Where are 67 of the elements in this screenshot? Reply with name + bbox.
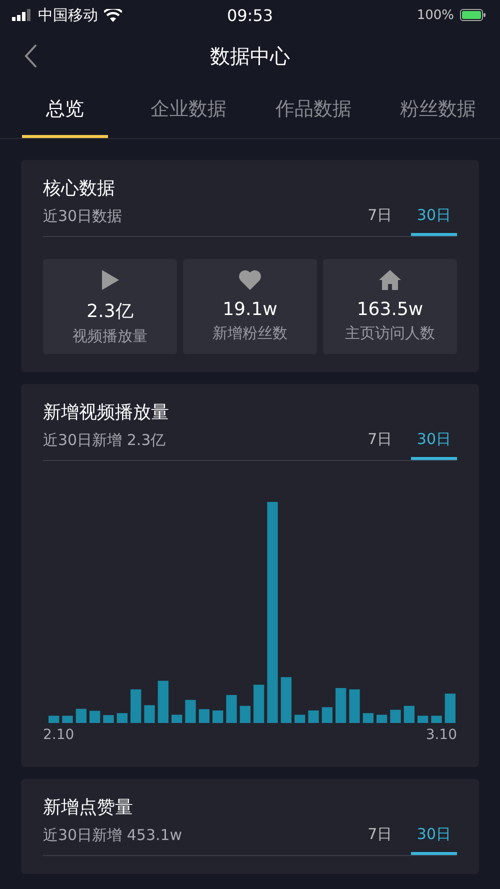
tab[interactable]: 作品数据 [269, 82, 358, 138]
bar [116, 713, 128, 723]
stat-label: 新增粉丝数 [212, 324, 288, 343]
home-icon [378, 269, 402, 291]
bar [185, 700, 196, 723]
bar [404, 706, 414, 723]
page-title: 数据中心 [210, 42, 290, 70]
section-subtitle: 近30日新增 453.1w [43, 826, 182, 846]
period-tab[interactable]: 30日 [410, 825, 457, 855]
status-time: 09:53 [226, 6, 274, 24]
period-tab[interactable]: 7日 [356, 206, 403, 236]
battery-percent: 100% [416, 8, 454, 22]
bar [444, 694, 456, 723]
period-tab[interactable]: 30日 [410, 430, 457, 460]
bar [172, 714, 182, 723]
section-subtitle: 近30日新增 2.3亿 [43, 431, 166, 451]
stat-tile[interactable]: 19.1w 新增粉丝数 [183, 259, 317, 354]
axis-label: 3.10 [426, 727, 457, 743]
carrier-name: 中国移动 [38, 6, 98, 24]
bar [322, 707, 332, 723]
bar [144, 705, 155, 723]
bar [294, 714, 306, 723]
stat-tile[interactable]: 163.5w 主页访问人数 [323, 259, 457, 354]
section-title: 核心数据 [43, 177, 116, 200]
period-tab[interactable]: 7日 [356, 825, 403, 855]
back-icon[interactable] [24, 43, 38, 69]
bar [280, 677, 292, 723]
period-tab[interactable]: 30日 [410, 206, 457, 236]
bar [308, 710, 319, 723]
bar [90, 710, 100, 723]
bar [336, 688, 346, 723]
stat-label: 主页访问人数 [345, 324, 435, 343]
tab[interactable]: 总览 [22, 82, 108, 138]
play-icon [100, 269, 120, 291]
bar [62, 716, 73, 723]
stat-value: 2.3亿 [86, 300, 134, 323]
bar [212, 710, 224, 723]
bar [226, 694, 237, 723]
bar [103, 715, 114, 723]
tab[interactable]: 企业数据 [144, 82, 233, 138]
axis-label: 2.10 [43, 727, 74, 743]
bar [158, 680, 168, 723]
stat-value: 19.1w [222, 299, 278, 320]
bar [76, 708, 86, 723]
bar [198, 709, 210, 723]
bar [240, 706, 250, 723]
bar [349, 689, 360, 723]
stat-value: 163.5w [356, 299, 424, 320]
stat-tile[interactable]: 2.3亿 视频播放量 [43, 259, 177, 354]
battery-icon [460, 9, 486, 21]
section-title: 新增点赞量 [43, 796, 134, 819]
section-subtitle: 近30日数据 [43, 207, 122, 227]
section-title: 新增视频播放量 [43, 401, 170, 424]
period-tab[interactable]: 7日 [356, 430, 403, 460]
bar [48, 716, 60, 723]
bar [254, 684, 264, 723]
stat-label: 视频播放量 [72, 327, 148, 346]
bar [431, 716, 442, 723]
signal-icon [12, 9, 32, 21]
tab[interactable]: 粉丝数据 [394, 82, 482, 138]
bar [418, 716, 428, 723]
heart-icon [238, 269, 262, 291]
bar [362, 713, 374, 723]
bar [390, 710, 401, 723]
bar [376, 714, 388, 723]
wifi-icon [104, 8, 122, 22]
bar [130, 689, 142, 723]
